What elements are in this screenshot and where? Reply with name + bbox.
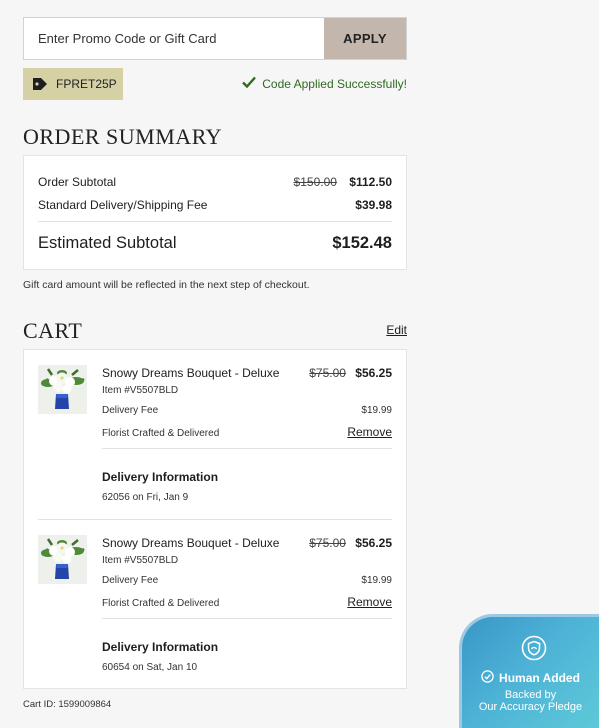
edit-cart-link[interactable]: Edit [386, 323, 407, 337]
item-original-price: $75.00 [309, 366, 346, 380]
item-fee-label: Delivery Fee [102, 575, 159, 586]
apply-button[interactable]: APPLY [324, 18, 406, 59]
promo-success-message: Code Applied Successfully! [242, 76, 407, 91]
estimated-subtotal-label: Estimated Subtotal [38, 234, 177, 252]
tag-icon [32, 77, 48, 91]
item-sku: Item #V5507BLD [102, 555, 179, 566]
applied-code-text: FPRET25P [56, 77, 117, 91]
order-subtotal-value: $112.50 [349, 175, 392, 189]
item-price: $56.25 [355, 366, 392, 380]
item-name[interactable]: Snowy Dreams Bouquet - Deluxe [102, 536, 279, 550]
delivery-fee-value: $39.98 [355, 198, 392, 212]
bouquet-thumbnail[interactable] [38, 365, 87, 414]
item-crafted-note: Florist Crafted & Delivered [102, 428, 220, 439]
applied-code-chip: FPRET25P [23, 68, 123, 100]
item-divider [102, 448, 392, 449]
delivery-info-detail: 60654 on Sat, Jan 10 [102, 662, 198, 673]
cart-item: Snowy Dreams Bouquet - Deluxe $75.00 $56… [38, 519, 392, 688]
item-sku: Item #V5507BLD [102, 385, 179, 396]
item-fee-label: Delivery Fee [102, 405, 159, 416]
remove-item-link[interactable]: Remove [347, 425, 392, 439]
item-crafted-note: Florist Crafted & Delivered [102, 598, 220, 609]
shield-icon [521, 635, 547, 666]
promo-success-text: Code Applied Successfully! [262, 76, 407, 91]
badge-pledge-text: Our Accuracy Pledge [478, 701, 583, 713]
promo-code-form: APPLY [23, 17, 407, 60]
bouquet-thumbnail[interactable] [38, 535, 87, 584]
promo-code-input[interactable] [24, 18, 324, 59]
order-summary-panel: Order Subtotal $150.00 $112.50 Standard … [23, 155, 407, 270]
check-circle-icon [481, 670, 494, 686]
delivery-fee-label: Standard Delivery/Shipping Fee [38, 198, 208, 212]
order-summary-heading: ORDER SUMMARY [23, 124, 223, 149]
gift-card-note: Gift card amount will be reflected in th… [23, 279, 310, 291]
cart-id: Cart ID: 1599009864 [23, 699, 112, 710]
item-divider [102, 618, 392, 619]
estimated-subtotal-row: Estimated Subtotal $152.48 [38, 234, 392, 253]
delivery-info-title: Delivery Information [102, 640, 219, 654]
order-subtotal-original: $150.00 [293, 175, 337, 189]
order-subtotal-row: Order Subtotal $150.00 $112.50 [38, 175, 392, 189]
check-icon [242, 76, 257, 91]
item-fee-value: $19.99 [361, 405, 392, 416]
cart-item: Snowy Dreams Bouquet - Deluxe $75.00 $56… [38, 350, 392, 519]
summary-divider [38, 221, 392, 222]
item-fee-value: $19.99 [361, 575, 392, 586]
badge-added-text: Human Added [499, 671, 580, 685]
order-subtotal-label: Order Subtotal [38, 175, 117, 189]
remove-item-link[interactable]: Remove [347, 595, 392, 609]
cart-panel: Snowy Dreams Bouquet - Deluxe $75.00 $56… [23, 349, 407, 689]
badge-backed-text: Backed by [504, 689, 557, 701]
item-original-price: $75.00 [309, 536, 346, 550]
estimated-subtotal-value: $152.48 [332, 234, 392, 252]
delivery-info-title: Delivery Information [102, 470, 219, 484]
item-name[interactable]: Snowy Dreams Bouquet - Deluxe [102, 366, 279, 380]
delivery-info-detail: 62056 on Fri, Jan 9 [102, 492, 189, 503]
cart-heading: CART [23, 318, 83, 343]
item-price: $56.25 [355, 536, 392, 550]
delivery-fee-row: Standard Delivery/Shipping Fee $39.98 [38, 198, 392, 212]
accuracy-pledge-badge[interactable]: Human Added Backed by Our Accuracy Pledg… [459, 614, 599, 728]
